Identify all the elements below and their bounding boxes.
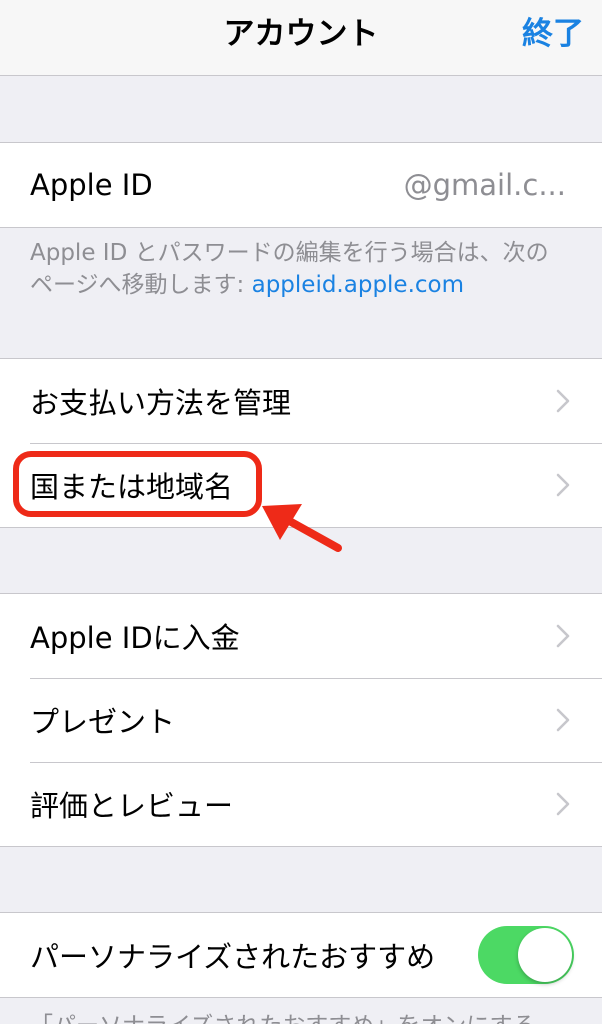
- store-group: Apple IDに入金 プレゼント 評価とレビュー: [0, 593, 602, 847]
- navigation-bar: アカウント 終了: [0, 0, 602, 76]
- account-screen: アカウント 終了 Apple ID @gmail.c... Apple ID と…: [0, 0, 602, 1024]
- manage-payment-label: お支払い方法を管理: [30, 386, 292, 420]
- apple-id-row[interactable]: Apple ID @gmail.c...: [0, 143, 602, 227]
- ratings-reviews-label: 評価とレビュー: [30, 789, 234, 823]
- chevron-right-icon: [556, 792, 570, 816]
- chevron-right-icon: [556, 624, 570, 648]
- apple-id-label: Apple ID: [30, 168, 153, 202]
- personalize-note-text: 「パーソナライズされたおすすめ」をオンにする: [30, 1013, 536, 1024]
- chevron-right-icon: [556, 389, 570, 413]
- highlight-annotation: [13, 451, 262, 517]
- manage-payment-row[interactable]: お支払い方法を管理: [0, 359, 602, 443]
- personalized-recommendations-row: パーソナライズされたおすすめ: [0, 913, 602, 997]
- toggle-knob: [518, 928, 572, 982]
- apple-id-note: Apple ID とパスワードの編集を行う場合は、次のページへ移動します: ap…: [30, 237, 570, 301]
- apple-id-email: @gmail.c...: [403, 168, 566, 202]
- personalize-note: 「パーソナライズされたおすすめ」をオンにする: [30, 1010, 570, 1024]
- gift-label: プレゼント: [30, 705, 176, 739]
- add-funds-row[interactable]: Apple IDに入金: [0, 594, 602, 678]
- personalize-group: パーソナライズされたおすすめ: [0, 912, 602, 998]
- personalized-recommendations-label: パーソナライズされたおすすめ: [30, 940, 436, 974]
- page-title: アカウント: [223, 16, 379, 52]
- chevron-right-icon: [556, 473, 570, 497]
- arrow-annotation-icon: [262, 504, 342, 552]
- personalized-recommendations-toggle[interactable]: [478, 926, 574, 984]
- appleid-link[interactable]: appleid.apple.com: [252, 272, 464, 298]
- add-funds-label: Apple IDに入金: [30, 621, 240, 655]
- chevron-right-icon: [556, 708, 570, 732]
- ratings-reviews-row[interactable]: 評価とレビュー: [0, 762, 602, 846]
- apple-id-group: Apple ID @gmail.c...: [0, 142, 602, 228]
- done-button[interactable]: 終了: [522, 14, 584, 54]
- gift-row[interactable]: プレゼント: [0, 678, 602, 762]
